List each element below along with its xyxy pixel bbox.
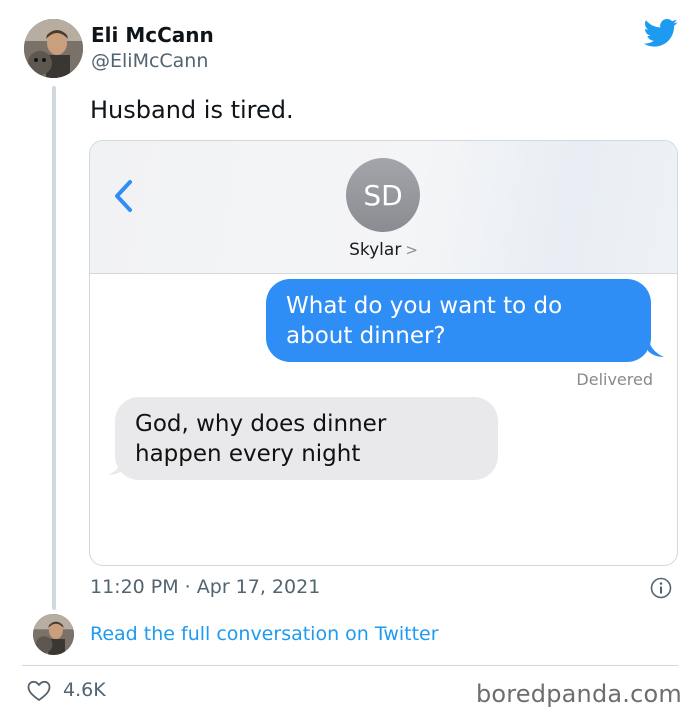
contact-chevron: > (405, 241, 418, 259)
tweet-timestamp[interactable]: 11:20 PM · Apr 17, 2021 (90, 576, 320, 598)
heart-icon[interactable] (27, 680, 51, 702)
info-icon[interactable] (650, 577, 672, 599)
author-name[interactable]: Eli McCann (91, 23, 214, 47)
tweet-text: Husband is tired. (90, 96, 294, 124)
twitter-bird-icon[interactable] (644, 18, 678, 48)
read-conversation-link[interactable]: Read the full conversation on Twitter (90, 623, 439, 645)
author-handle[interactable]: @EliMcCann (91, 50, 208, 72)
incoming-message-bubble: God, why does dinner happen every night (115, 397, 498, 480)
divider (22, 665, 678, 666)
author-avatar-small[interactable] (33, 614, 74, 655)
contact-avatar: SD (346, 158, 420, 232)
message-header: SD Skylar > (90, 141, 677, 274)
incoming-bubble-tail (108, 455, 124, 475)
author-avatar[interactable] (24, 19, 83, 78)
contact-name-label: Skylar (349, 240, 402, 260)
back-chevron-icon (115, 180, 132, 212)
outgoing-message-bubble: What do you want to do about dinner? (266, 279, 651, 362)
thread-line (52, 86, 56, 610)
watermark: boredpanda.com (475, 680, 682, 708)
tweet-media-image[interactable]: SD Skylar > What do you want to do about … (89, 140, 678, 566)
like-count: 4.6K (63, 679, 106, 701)
delivery-status: Delivered (576, 370, 653, 389)
contact-name: Skylar > (90, 240, 677, 260)
outgoing-bubble-tail (648, 337, 664, 357)
